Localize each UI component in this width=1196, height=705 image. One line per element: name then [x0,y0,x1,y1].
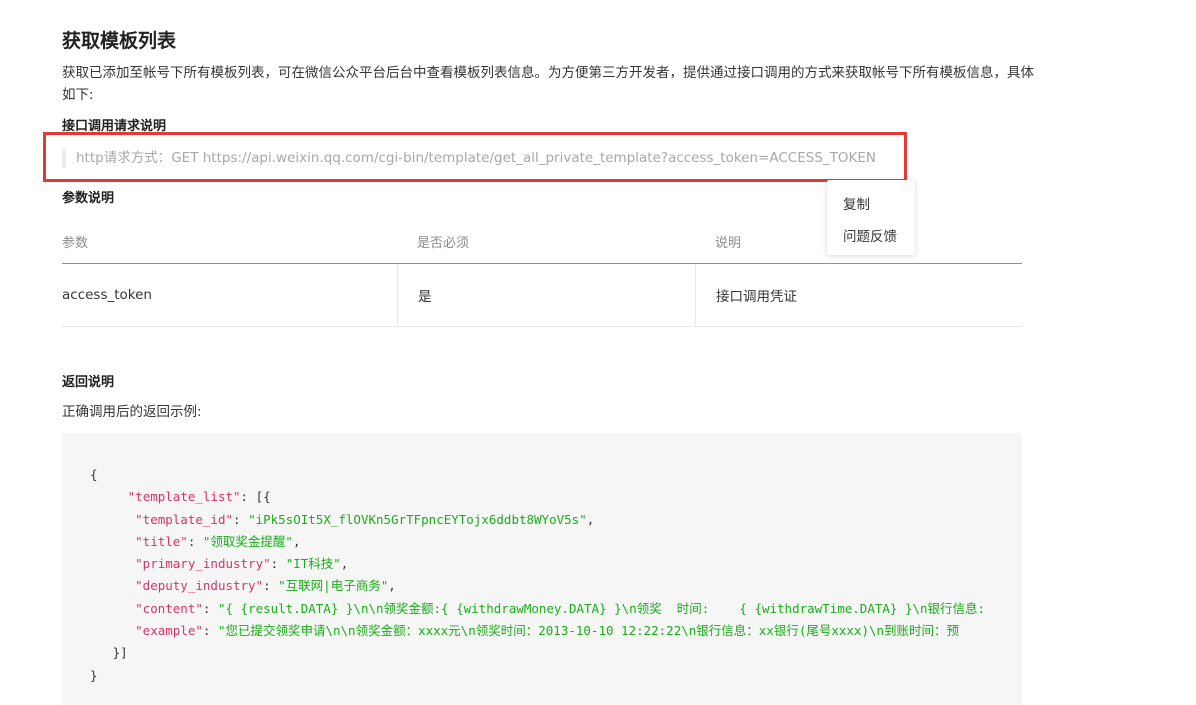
code-key: "template_id" [135,511,233,527]
code-value: "{ {result.DATA} }\n\n领奖金额:{ {withdrawMo… [217,600,986,616]
code-close-brace: } [90,667,98,683]
code-trail: , [388,578,396,594]
param-name-cell: access_token [62,287,152,303]
context-menu-item-copy[interactable]: 复制 [843,193,870,213]
context-menu-item-feedback[interactable]: 问题反馈 [843,225,897,245]
param-required-cell: 是 [397,264,695,326]
code-list-close: }] [112,645,128,661]
code-trail: , [340,556,349,572]
code-key: "title" [135,533,188,549]
code-value: "领取奖金提醒" [202,533,293,549]
code-list-open: : [{ [240,489,271,505]
code-key-template-list: "template_list" [127,489,241,505]
response-description: 正确调用后的返回示例: [62,404,202,420]
code-key: "example" [135,623,203,639]
response-code-block: { "template_list": [{ "template_id": "iP… [62,433,1022,705]
page-description: 获取已添加至帐号下所有模板列表，可在微信公众平台后台中查看模板列表信息。为方便第… [62,65,1034,103]
code-trail: , [292,533,301,549]
column-header-required: 是否必须 [417,236,470,251]
response-code: { "template_list": [{ "template_id": "iP… [90,467,986,683]
code-key: "primary_industry" [135,556,271,572]
http-request-line[interactable]: http请求方式：GET https://api.weixin.qq.com/c… [76,149,876,168]
http-request-highlight: http请求方式：GET https://api.weixin.qq.com/c… [43,132,907,182]
code-value: "IT科技" [285,556,341,572]
code-value: "iPk5sOIt5X_flOVKn5GrTFpncEYTojx6ddbt8WY… [248,511,587,527]
params-heading: 参数说明 [62,191,115,206]
code-trail: , [586,511,595,527]
code-key: "content" [135,600,203,616]
quote-bar [62,149,66,168]
code-value: "互联网|电子商务" [278,578,389,594]
param-description-cell: 接口调用凭证 [695,264,1022,326]
table-row: access_token 是 接口调用凭证 [62,264,1022,327]
code-value: "您已提交领奖申请\n\n领奖金额：xxxx元\n领奖时间：2013-10-10… [217,623,960,639]
context-menu: 复制 问题反馈 [827,180,915,255]
code-key: "deputy_industry" [135,578,264,594]
response-heading: 返回说明 [62,375,115,390]
column-header-param: 参数 [62,236,89,251]
code-open-brace: { [90,467,98,482]
page-title: 获取模板列表 [62,30,177,52]
